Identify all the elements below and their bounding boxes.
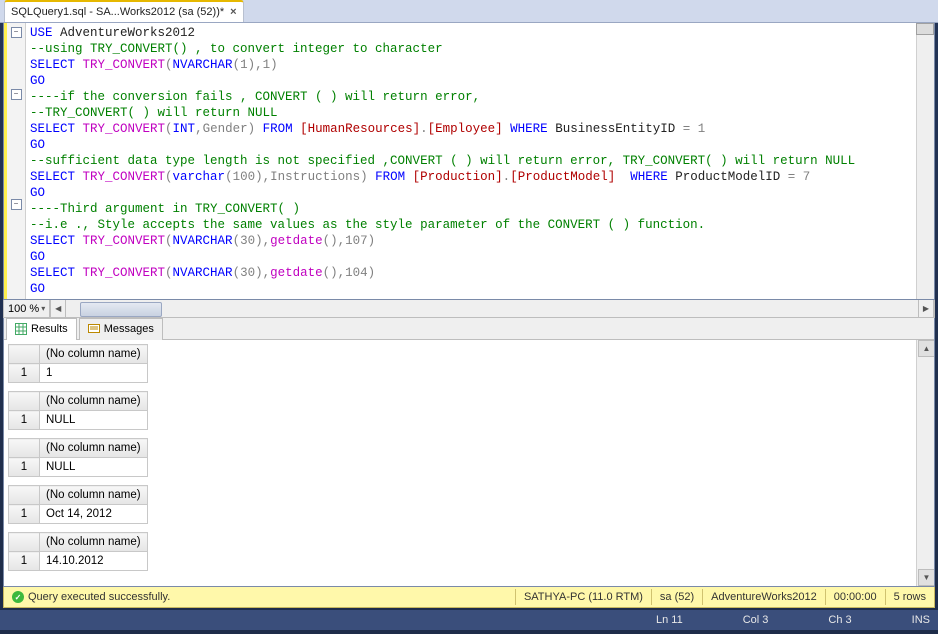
result-grid: (No column name)11 [8, 344, 913, 383]
document-tab[interactable]: SQLQuery1.sql - SA...Works2012 (sa (52))… [4, 0, 244, 22]
result-grid: (No column name)1Oct 14, 2012 [8, 485, 913, 524]
ide-status-bar: Ln 11 Col 3 Ch 3 INS [0, 610, 938, 630]
grid-corner [9, 533, 40, 552]
status-server: SATHYA-PC (11.0 RTM) [524, 591, 643, 603]
column-header[interactable]: (No column name) [40, 345, 148, 364]
fold-toggle[interactable]: − [11, 27, 22, 38]
column-header[interactable]: (No column name) [40, 486, 148, 505]
chevron-down-icon: ▾ [41, 304, 45, 313]
fold-toggle[interactable]: − [11, 89, 22, 100]
grid-icon [15, 323, 27, 335]
tab-messages[interactable]: Messages [79, 318, 163, 340]
results-pane: Results Messages ▲ ▼ (No column name)11(… [3, 318, 935, 587]
cursor-ch: Ch 3 [828, 614, 851, 626]
cell[interactable]: NULL [40, 458, 148, 477]
split-handle-icon[interactable] [916, 23, 934, 35]
insert-mode: INS [912, 614, 930, 626]
zoom-value: 100 % [8, 303, 39, 315]
column-header[interactable]: (No column name) [40, 439, 148, 458]
result-grid: (No column name)114.10.2012 [8, 532, 913, 571]
scroll-left-button[interactable]: ◀ [50, 300, 66, 317]
status-message: Query executed successfully. [28, 591, 170, 603]
results-grids: ▲ ▼ (No column name)11(No column name)1N… [4, 340, 934, 586]
column-header[interactable]: (No column name) [40, 533, 148, 552]
horizontal-scrollbar[interactable] [66, 300, 918, 317]
close-icon[interactable]: × [230, 6, 236, 18]
document-tab-bar: SQLQuery1.sql - SA...Works2012 (sa (52))… [0, 0, 938, 23]
status-database: AdventureWorks2012 [711, 591, 817, 603]
status-user: sa (52) [660, 591, 694, 603]
row-header[interactable]: 1 [9, 458, 40, 477]
scroll-down-button[interactable]: ▼ [918, 569, 934, 586]
status-rowcount: 5 rows [894, 591, 926, 603]
code-editor[interactable]: − − − USE AdventureWorks2012--using TRY_… [3, 23, 935, 300]
tab-messages-label: Messages [104, 323, 154, 335]
editor-bottom-strip: 100 % ▾ ◀ ▶ [3, 300, 935, 318]
zoom-dropdown[interactable]: 100 % ▾ [4, 300, 50, 317]
document-tab-title: SQLQuery1.sql - SA...Works2012 (sa (52))… [11, 6, 224, 18]
grid-corner [9, 439, 40, 458]
cursor-line: Ln 11 [656, 614, 683, 626]
editor-vertical-scrollbar[interactable] [916, 23, 934, 299]
fold-toggle[interactable]: − [11, 199, 22, 210]
row-header[interactable]: 1 [9, 505, 40, 524]
cell[interactable]: NULL [40, 411, 148, 430]
cursor-col: Col 3 [743, 614, 769, 626]
tab-results-label: Results [31, 323, 68, 335]
cell[interactable]: Oct 14, 2012 [40, 505, 148, 524]
tab-results[interactable]: Results [6, 318, 77, 340]
messages-icon [88, 323, 100, 335]
grid-corner [9, 392, 40, 411]
query-status-bar: ✓ Query executed successfully. SATHYA-PC… [3, 587, 935, 608]
row-header[interactable]: 1 [9, 364, 40, 383]
status-elapsed: 00:00:00 [834, 591, 877, 603]
scroll-thumb[interactable] [80, 302, 162, 317]
result-grid: (No column name)1NULL [8, 391, 913, 430]
column-header[interactable]: (No column name) [40, 392, 148, 411]
grid-corner [9, 486, 40, 505]
results-vertical-scrollbar[interactable]: ▲ ▼ [916, 340, 934, 586]
result-grid: (No column name)1NULL [8, 438, 913, 477]
row-header[interactable]: 1 [9, 411, 40, 430]
scroll-up-button[interactable]: ▲ [918, 340, 934, 357]
cell[interactable]: 14.10.2012 [40, 552, 148, 571]
cell[interactable]: 1 [40, 364, 148, 383]
results-tab-strip: Results Messages [4, 318, 934, 340]
success-icon: ✓ [12, 591, 24, 603]
fold-gutter: − − − [7, 23, 26, 299]
grid-corner [9, 345, 40, 364]
row-header[interactable]: 1 [9, 552, 40, 571]
code-area[interactable]: USE AdventureWorks2012--using TRY_CONVER… [26, 23, 916, 299]
scroll-right-button[interactable]: ▶ [918, 300, 934, 317]
